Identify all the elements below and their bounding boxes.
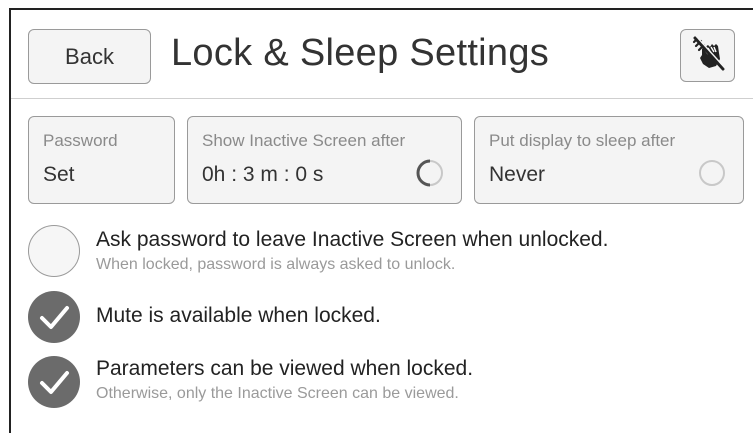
sleep-label: Put display to sleep after [489, 131, 676, 150]
sleep-field[interactable]: Put display to sleep after Never [474, 116, 744, 204]
ask-password-sublabel: When locked, password is always asked to… [96, 256, 456, 273]
parameters-viewable-checkbox[interactable] [28, 356, 80, 408]
back-button-label: Back [65, 43, 114, 69]
ask-password-label: Ask password to leave Inactive Screen wh… [96, 228, 609, 251]
mute-button[interactable] [680, 29, 735, 82]
header-divider [11, 98, 753, 99]
parameters-viewable-sublabel: Otherwise, only the Inactive Screen can … [96, 385, 459, 402]
password-field[interactable]: Password Set [28, 116, 175, 204]
ask-password-option[interactable]: Ask password to leave Inactive Screen wh… [28, 225, 688, 281]
muted-alarm-hand-icon [688, 33, 728, 78]
sleep-value: Never [489, 163, 546, 186]
password-label: Password [43, 131, 118, 150]
inactive-screen-value: 0h : 3 m : 0 s [202, 163, 324, 186]
parameters-viewable-label: Parameters can be viewed when locked. [96, 357, 474, 380]
sleep-progress-icon [699, 160, 725, 186]
inactive-screen-label: Show Inactive Screen after [202, 131, 406, 150]
inactive-screen-field[interactable]: Show Inactive Screen after 0h : 3 m : 0 … [187, 116, 462, 204]
back-button[interactable]: Back [28, 29, 151, 84]
mute-available-label: Mute is available when locked. [96, 304, 381, 327]
ask-password-checkbox[interactable] [28, 225, 80, 277]
parameters-viewable-option[interactable]: Parameters can be viewed when locked. Ot… [28, 356, 688, 412]
password-value: Set [43, 163, 75, 186]
page-title: Lock & Sleep Settings [171, 32, 550, 74]
timer-progress-icon [416, 159, 443, 187]
mute-available-option[interactable]: Mute is available when locked. [28, 291, 688, 343]
mute-available-checkbox[interactable] [28, 291, 80, 343]
checkmark-icon [40, 371, 69, 394]
checkmark-icon [40, 306, 69, 329]
